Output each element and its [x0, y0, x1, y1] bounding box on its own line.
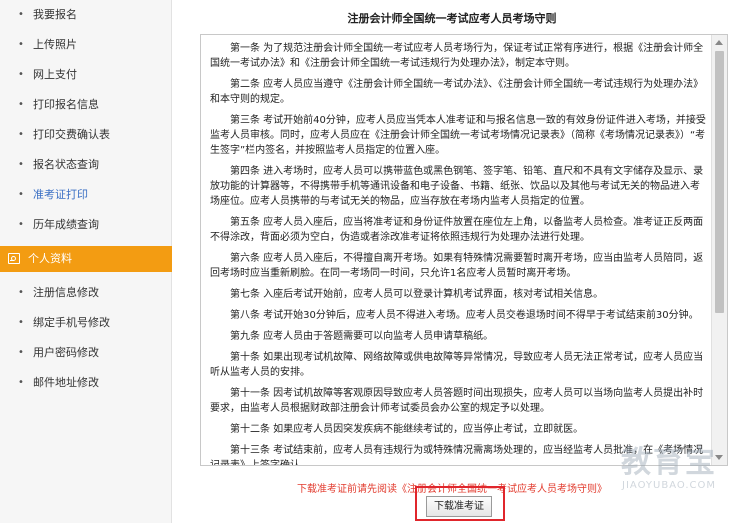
- rule-paragraph: 第十二条 如果应考人员因突发疾病不能继续考试的，应当停止考试，立即就医。: [230, 424, 584, 435]
- bullet-icon: •: [18, 39, 24, 50]
- rule-paragraph: 第一条 为了规范注册会计师全国统一考试应考人员考场行为，保证考试正常有序进行，根…: [210, 43, 704, 69]
- id-card-icon: [8, 253, 20, 264]
- sidebar-item-label: 注册信息修改: [33, 286, 99, 299]
- rules-text: 第一条 为了规范注册会计师全国统一考试应考人员考场行为，保证考试正常有序进行，根…: [210, 41, 708, 465]
- sidebar-item-registration-status[interactable]: • 报名状态查询: [0, 150, 172, 180]
- sidebar-section-personal-info[interactable]: 个人资料: [0, 246, 172, 272]
- sidebar-item-print-admission-ticket[interactable]: • 准考证打印: [0, 180, 172, 210]
- sidebar-item-label: 用户密码修改: [33, 346, 99, 359]
- vertical-scrollbar[interactable]: [711, 35, 727, 465]
- bullet-icon: •: [18, 287, 24, 298]
- sidebar-item-label: 报名状态查询: [33, 158, 99, 171]
- sidebar-item-label: 准考证打印: [33, 188, 88, 201]
- watermark-en: JIAOYUBAO.COM: [622, 480, 716, 491]
- download-admission-ticket-button[interactable]: 下载准考证: [426, 496, 492, 517]
- sidebar-item-upload-photo[interactable]: • 上传照片: [0, 30, 172, 60]
- bullet-icon: •: [18, 219, 24, 230]
- sidebar-nav: • 我要报名 • 上传照片 • 网上支付 • 打印报名信息 • 打印交费确认表 …: [0, 0, 172, 523]
- bullet-icon: •: [18, 317, 24, 328]
- scroll-up-arrow-icon[interactable]: [715, 40, 723, 45]
- watermark-logo: 教育宝 JIAOYUBAO.COM: [609, 446, 729, 492]
- rules-scroll-box[interactable]: 第一条 为了规范注册会计师全国统一考试应考人员考场行为，保证考试正常有序进行，根…: [200, 34, 728, 466]
- rule-paragraph: 第二条 应考人员应当遵守《注册会计师全国统一考试办法》、《注册会计师全国统一考试…: [210, 79, 704, 105]
- sidebar-item-label: 网上支付: [33, 68, 77, 81]
- scroll-thumb[interactable]: [715, 51, 724, 313]
- page-title: 注册会计师全国统一考试应考人员考场守则: [347, 12, 557, 25]
- bullet-icon: •: [18, 9, 24, 20]
- bullet-icon: •: [18, 347, 24, 358]
- sidebar-item-label: 绑定手机号修改: [33, 316, 110, 329]
- rule-paragraph: 第五条 应考人员入座后，应当将准考证和身份证件放置在座位左上角，以备监考人员检查…: [210, 217, 704, 243]
- rule-paragraph: 第七条 入座后考试开始前，应考人员可以登录计算机考试界面，核对考试相关信息。: [230, 289, 604, 300]
- sidebar-item-edit-phone[interactable]: • 绑定手机号修改: [0, 308, 172, 338]
- rule-paragraph: 第十条 如果出现考试机故障、网络故障或供电故障等异常情况，导致应考人员无法正常考…: [210, 352, 704, 378]
- bullet-icon: •: [18, 129, 24, 140]
- bullet-icon: •: [18, 99, 24, 110]
- watermark-cn: 教育宝: [621, 445, 717, 480]
- rule-paragraph: 第六条 应考人员入座后，不得擅自离开考场。如果有特殊情况需要暂时离开考场，应当由…: [210, 253, 704, 279]
- sidebar-item-online-payment[interactable]: • 网上支付: [0, 60, 172, 90]
- sidebar-item-print-registration[interactable]: • 打印报名信息: [0, 90, 172, 120]
- rule-paragraph: 第八条 考试开始30分钟后，应考人员不得进入考场。应考人员交卷退场时间不得早于考…: [230, 310, 699, 321]
- sidebar-item-edit-email[interactable]: • 邮件地址修改: [0, 368, 172, 398]
- bullet-icon: •: [18, 377, 24, 388]
- sidebar-item-label: 上传照片: [33, 38, 77, 51]
- rule-paragraph: 第四条 进入考场时，应考人员可以携带蓝色或黑色钢笔、签字笔、铅笔、直尺和不具有文…: [210, 166, 704, 207]
- sidebar-item-label: 我要报名: [33, 8, 77, 21]
- rule-paragraph: 第九条 应考人员由于答题需要可以向监考人员申请草稿纸。: [230, 331, 494, 342]
- sidebar-item-edit-password[interactable]: • 用户密码修改: [0, 338, 172, 368]
- sidebar-item-print-payment-confirmation[interactable]: • 打印交费确认表: [0, 120, 172, 150]
- sidebar-item-edit-registration[interactable]: • 注册信息修改: [0, 278, 172, 308]
- sidebar-item-score-history[interactable]: • 历年成绩查询: [0, 210, 172, 240]
- sidebar-item-label: 历年成绩查询: [33, 218, 99, 231]
- sidebar-item-label: 邮件地址修改: [33, 376, 99, 389]
- bullet-icon: •: [18, 159, 24, 170]
- sidebar-item-apply[interactable]: • 我要报名: [0, 0, 172, 30]
- bullet-icon: •: [18, 189, 24, 200]
- rule-paragraph: 第三条 考试开始前40分钟，应考人员应当凭本人准考证和与报名信息一致的有效身份证…: [210, 115, 706, 156]
- main-panel: 注册会计师全国统一考试应考人员考场守则 第一条 为了规范注册会计师全国统一考试应…: [173, 0, 731, 523]
- sidebar-item-label: 打印报名信息: [33, 98, 99, 111]
- rule-paragraph: 第十一条 因考试机故障等客观原因导致应考人员答题时间出现损失，应考人员可以当场向…: [210, 388, 704, 414]
- sidebar-item-label: 打印交费确认表: [33, 128, 110, 141]
- section-label: 个人资料: [28, 252, 72, 265]
- bullet-icon: •: [18, 69, 24, 80]
